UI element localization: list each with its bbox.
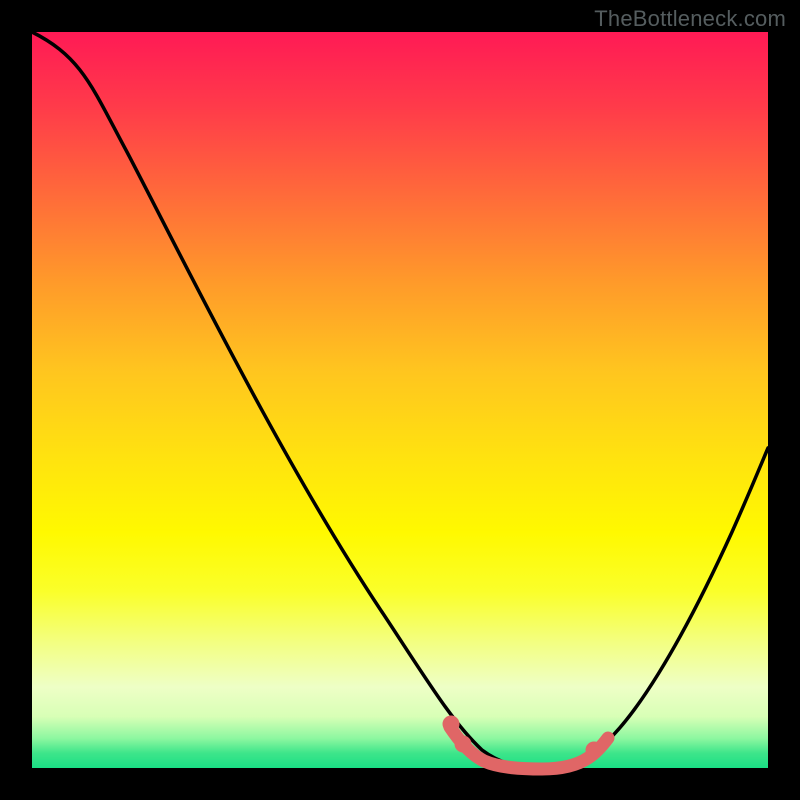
watermark-text: TheBottleneck.com: [594, 6, 786, 32]
plot-area: [32, 32, 768, 768]
curve-layer: [32, 32, 768, 768]
trough-dot-left-lower: [455, 736, 472, 753]
trough-dot-right: [586, 742, 603, 759]
chart-frame: TheBottleneck.com: [0, 0, 800, 800]
bottleneck-curve-path: [32, 32, 768, 768]
trough-highlight-path: [450, 727, 608, 769]
trough-dot-left-upper: [443, 716, 460, 733]
